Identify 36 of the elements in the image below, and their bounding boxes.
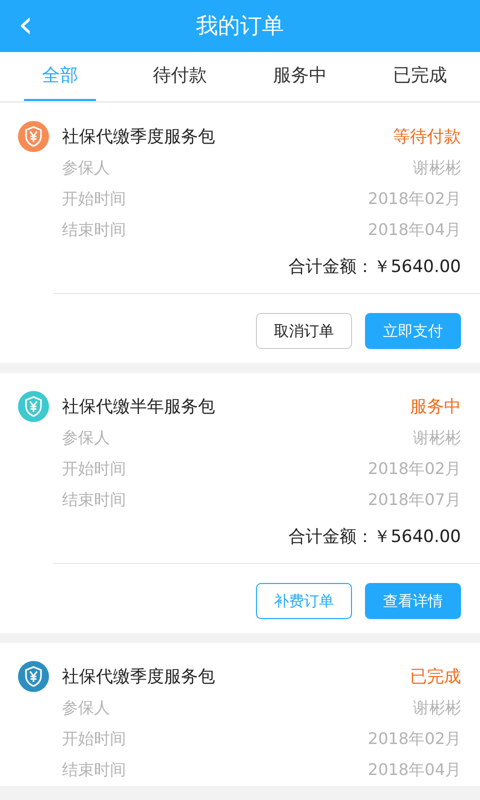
field-value: 2018年02月 [368,459,461,480]
tab[interactable]: 待付款 [135,52,225,101]
field-label: 参保人 [62,158,110,179]
field-label: 结束时间 [62,760,126,781]
field-label: 参保人 [62,698,110,719]
page-title: 我的订单 [196,13,284,41]
field-label: 开始时间 [62,189,126,210]
order-action-button[interactable]: 补费订单 [256,583,352,619]
field-value: 2018年02月 [368,729,461,750]
field-value: 谢彬彬 [413,158,461,179]
field-value: 2018年02月 [368,189,461,210]
field-label: 结束时间 [62,490,126,511]
field-label: 结束时间 [62,220,126,241]
field-label: 开始时间 [62,459,126,480]
total-amount: 合计金额：￥5640.00 [288,256,461,278]
order-action-button[interactable]: 取消订单 [256,313,352,349]
package-name: 社保代缴季度服务包 [62,126,216,148]
order-action-button[interactable]: 查看详情 [365,583,461,619]
total-amount: 合计金额：￥5640.00 [288,526,461,548]
field-value: 2018年07月 [368,490,461,511]
tab[interactable]: 已完成 [375,52,465,101]
field-value: 谢彬彬 [413,698,461,719]
order-status: 服务中 [410,396,461,418]
back-button[interactable]: ‹ [14,6,38,42]
tab[interactable]: 全部 [24,52,96,101]
tab[interactable]: 服务中 [255,52,345,101]
field-value: 谢彬彬 [413,428,461,449]
order-status: 已完成 [410,666,461,688]
package-name: 社保代缴季度服务包 [62,666,216,688]
field-label: 参保人 [62,428,110,449]
field-value: 2018年04月 [368,220,461,241]
field-label: 开始时间 [62,729,126,750]
order-action-button[interactable]: 立即支付 [365,313,461,349]
package-name: 社保代缴半年服务包 [62,396,216,418]
field-value: 2018年04月 [368,760,461,781]
order-status: 等待付款 [393,126,461,148]
